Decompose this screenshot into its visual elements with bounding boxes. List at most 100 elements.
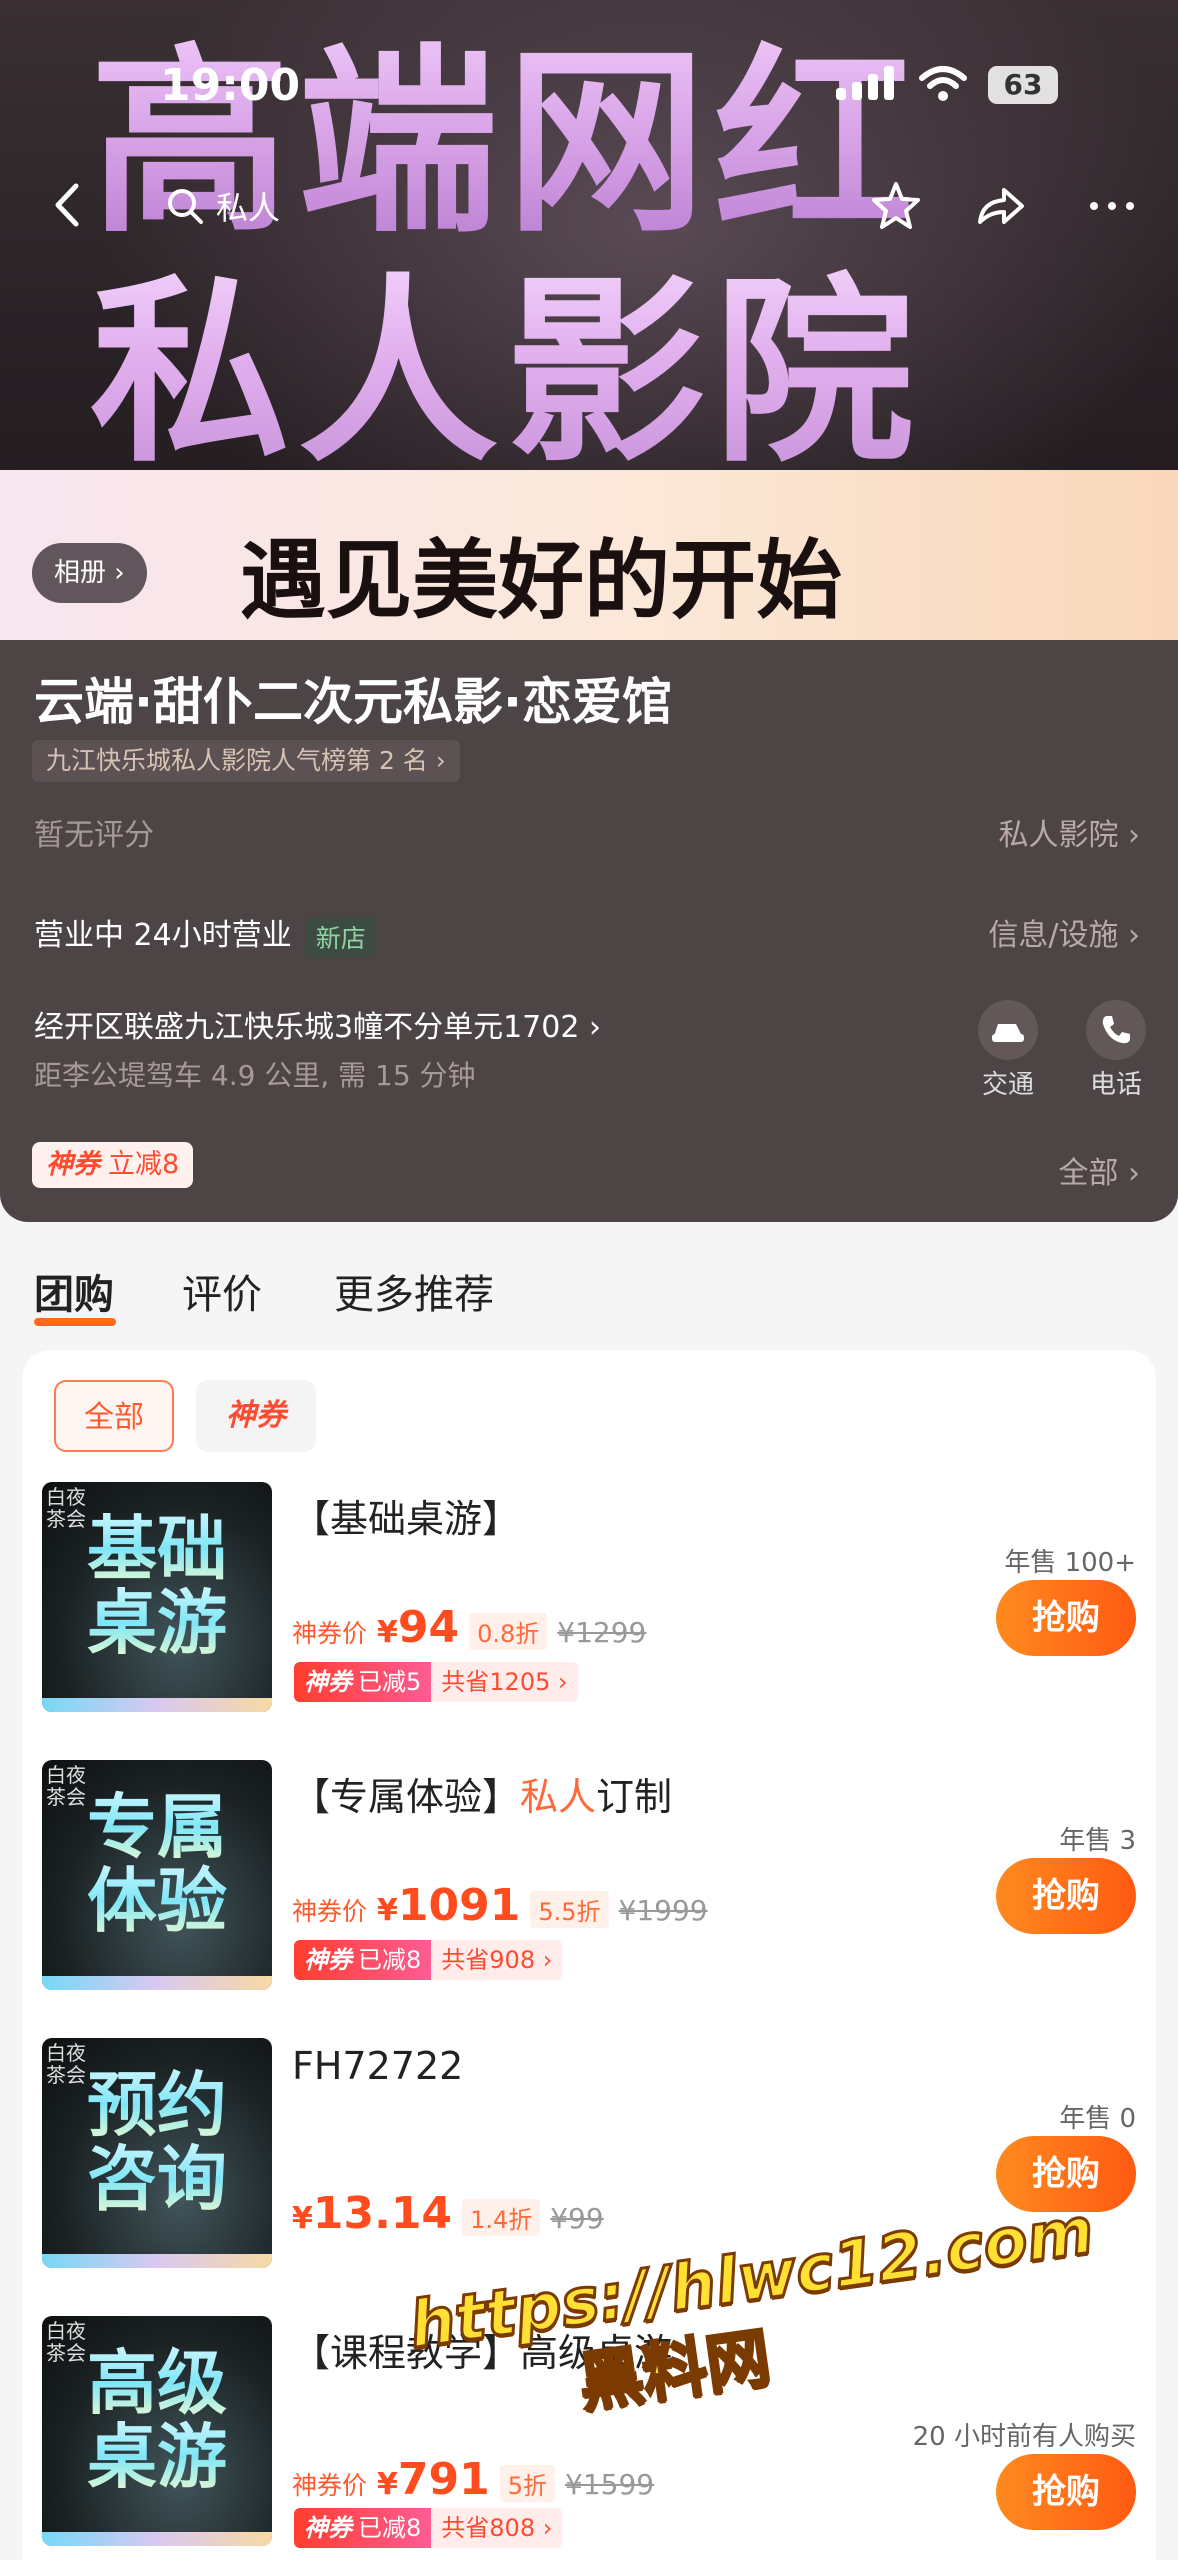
album-button[interactable]: 相册 › xyxy=(32,543,147,603)
tab-more-recommend[interactable]: 更多推荐 xyxy=(334,1262,494,1320)
deal-thumbnail: 白夜茶会 高级 桌游 xyxy=(42,2316,272,2546)
original-price: ¥1999 xyxy=(618,1894,708,1927)
buy-button[interactable]: 抢购 xyxy=(996,2136,1136,2212)
business-hours: 营业中 24小时营业 新店 xyxy=(34,910,376,957)
back-arrow-icon[interactable] xyxy=(48,180,88,230)
filter-all[interactable]: 全部 xyxy=(54,1380,174,1452)
thumb-title-line2: 咨询 xyxy=(42,2142,272,2216)
buy-button[interactable]: 抢购 xyxy=(996,2454,1136,2530)
new-store-badge: 新店 xyxy=(305,916,376,957)
discount-badge: 5折 xyxy=(499,2465,556,2502)
thumb-title-line2: 桌游 xyxy=(42,2420,272,2494)
phone-button[interactable] xyxy=(1086,1000,1146,1060)
price: ¥791 xyxy=(377,2454,490,2505)
search-icon xyxy=(168,189,203,224)
deal-title: 【专属体验】私人订制 xyxy=(292,1775,673,1819)
distance-text: 距李公堤驾车 4.9 公里, 需 15 分钟 xyxy=(34,1059,476,1092)
price-label: 神券价 xyxy=(292,2471,368,2500)
filter-shenquan[interactable]: 神券 xyxy=(196,1380,316,1452)
all-coupons-link[interactable]: 全部 › xyxy=(1058,1148,1140,1192)
thumb-title-line1: 预约 xyxy=(42,2068,272,2142)
sales-count: 年售 100+ xyxy=(1004,1548,1136,1578)
price: ¥13.14 xyxy=(292,2188,453,2239)
traffic-button[interactable] xyxy=(978,1000,1038,1060)
rating-text: 暂无评分 xyxy=(34,818,154,853)
traffic-label: 交通 xyxy=(982,1070,1035,1100)
coupon-badge[interactable]: 神券 立减8 xyxy=(32,1142,194,1188)
ranking-link[interactable]: 九江快乐城私人影院人气榜第 2 名 › xyxy=(32,740,460,782)
top-nav: 私人 xyxy=(0,170,1178,240)
hero-title-line2: 私人影院 xyxy=(90,210,922,500)
more-icon[interactable] xyxy=(1084,178,1140,234)
hero-slogan: 遇见美好的开始 xyxy=(240,530,842,631)
price-row: 神券价 ¥1091 5.5折 ¥1999 xyxy=(292,1880,708,1931)
thumb-title-line1: 基础 xyxy=(42,1512,272,1586)
discount-badge: 0.8折 xyxy=(469,1613,548,1650)
shop-name: 云端·甜仆二次元私影·恋爱馆 xyxy=(34,673,672,731)
deal-item[interactable]: 白夜茶会 基础 桌游 【基础桌游】 神券价 ¥94 0.8折 ¥1299 神券已… xyxy=(22,1482,1156,1732)
coupon-brand: 神券 xyxy=(46,1149,100,1180)
shop-info-panel: 云端·甜仆二次元私影·恋爱馆 九江快乐城私人影院人气榜第 2 名 › 暂无评分 … xyxy=(0,640,1178,1222)
savings-discount: 神券 已减8 xyxy=(294,2508,432,2548)
deal-thumbnail: 白夜茶会 专属 体验 xyxy=(42,1760,272,1990)
savings-badge[interactable]: 神券 已减8 共省808 › xyxy=(294,2508,563,2548)
savings-total: 共省808 › xyxy=(431,2508,563,2548)
tab-reviews[interactable]: 评价 xyxy=(182,1262,262,1320)
buy-button[interactable]: 抢购 xyxy=(996,1580,1136,1656)
original-price: ¥1599 xyxy=(565,2468,655,2501)
price-row: ¥13.14 1.4折 ¥99 xyxy=(292,2188,604,2239)
savings-badge[interactable]: 神券 已减5 共省1205 › xyxy=(294,1662,578,1702)
price-row: 神券价 ¥791 5折 ¥1599 xyxy=(292,2454,655,2505)
thumb-footer xyxy=(42,2254,272,2268)
thumb-title-line2: 体验 xyxy=(42,1864,272,1938)
thumb-footer xyxy=(42,1976,272,1990)
thumb-title-line1: 专属 xyxy=(42,1790,272,1864)
active-tab-indicator xyxy=(34,1318,116,1326)
deal-list: 全部 神券 白夜茶会 基础 桌游 【基础桌游】 神券价 ¥94 0.8折 ¥12… xyxy=(22,1350,1156,2560)
deal-title: 【基础桌游】 xyxy=(292,1497,521,1541)
thumb-title-line1: 高级 xyxy=(42,2346,272,2420)
category-link[interactable]: 私人影院 › xyxy=(998,810,1140,854)
deal-item[interactable]: 白夜茶会 高级 桌游 【课程教学】高级桌游 神券价 ¥791 5折 ¥1599 … xyxy=(22,2316,1156,2560)
thumb-title-line2: 桌游 xyxy=(42,1586,272,1660)
tab-group-buy[interactable]: 团购 xyxy=(34,1262,114,1320)
coupon-text: 立减8 xyxy=(108,1149,180,1180)
deal-title: 【课程教学】高级桌游 xyxy=(292,2331,673,2375)
wifi-icon xyxy=(919,66,967,101)
address-link[interactable]: 经开区联盛九江快乐城3幢不分单元1702 › xyxy=(34,1002,601,1046)
price-row: 神券价 ¥94 0.8折 ¥1299 xyxy=(292,1602,647,1653)
battery-indicator: 63 xyxy=(988,66,1058,104)
deal-thumbnail: 白夜茶会 基础 桌游 xyxy=(42,1482,272,1712)
savings-total: 共省1205 › xyxy=(431,1662,578,1702)
search-text: 私人 xyxy=(216,189,281,227)
favorite-star-icon[interactable] xyxy=(868,178,924,234)
savings-total: 共省908 › xyxy=(431,1940,563,1980)
buy-button[interactable]: 抢购 xyxy=(996,1858,1136,1934)
recent-purchase-text: 20 小时前有人购买 xyxy=(912,2422,1136,2452)
sales-count: 年售 3 xyxy=(1059,1826,1136,1856)
car-icon xyxy=(992,1024,1024,1042)
price: ¥94 xyxy=(377,1602,460,1653)
original-price: ¥1299 xyxy=(557,1616,647,1649)
deal-item[interactable]: 白夜茶会 预约 咨询 FH72722 ¥13.14 1.4折 ¥99 年售 0 … xyxy=(22,2038,1156,2288)
deal-item[interactable]: 白夜茶会 专属 体验 【专属体验】私人订制 神券价 ¥1091 5.5折 ¥19… xyxy=(22,1760,1156,2010)
discount-badge: 5.5折 xyxy=(530,1891,609,1928)
deal-thumbnail: 白夜茶会 预约 咨询 xyxy=(42,2038,272,2268)
tab-bar: 团购 评价 更多推荐 xyxy=(0,1222,1178,1326)
savings-badge[interactable]: 神券 已减8 共省908 › xyxy=(294,1940,563,1980)
status-bar: 19:00 63 xyxy=(0,0,1178,170)
price-label: 神券价 xyxy=(292,1897,368,1926)
deal-title: FH72722 xyxy=(292,2044,464,2088)
phone-icon xyxy=(1102,1016,1130,1044)
facilities-link[interactable]: 信息/设施 › xyxy=(988,910,1140,954)
phone-label: 电话 xyxy=(1090,1070,1143,1100)
thumb-footer xyxy=(42,1698,272,1712)
savings-discount: 神券 已减5 xyxy=(294,1662,432,1702)
search-box[interactable]: 私人 xyxy=(166,184,280,228)
sales-count: 年售 0 xyxy=(1059,2104,1136,2134)
savings-discount: 神券 已减8 xyxy=(294,1940,432,1980)
share-icon[interactable] xyxy=(972,178,1028,234)
business-status: 营业中 24小时营业 xyxy=(34,918,292,953)
original-price: ¥99 xyxy=(550,2202,604,2235)
price-label: 神券价 xyxy=(292,1619,368,1648)
